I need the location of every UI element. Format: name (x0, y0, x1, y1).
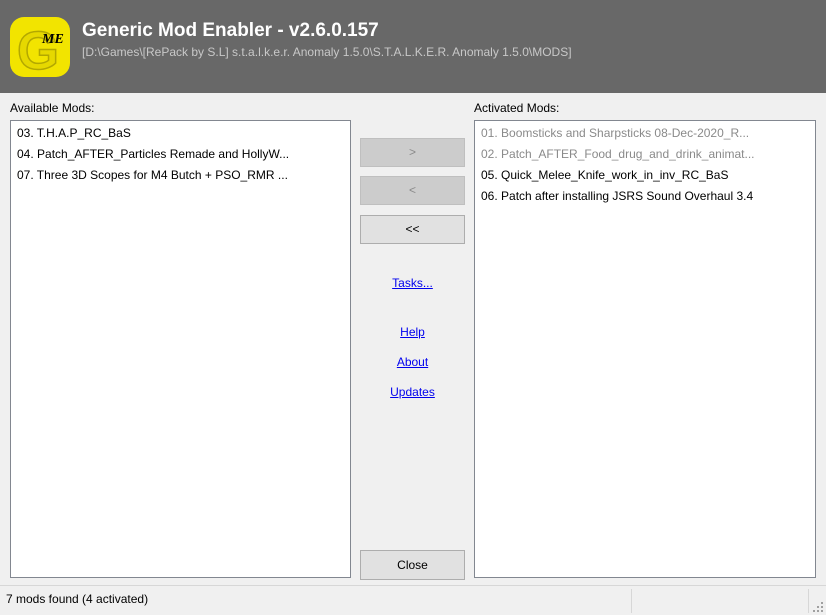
available-mods-list[interactable]: 03. T.H.A.P_RC_BaS 04. Patch_AFTER_Parti… (10, 120, 351, 578)
status-divider (808, 589, 809, 613)
title-header: G ME Generic Mod Enabler - v2.6.0.157 [D… (0, 0, 826, 93)
close-button[interactable]: Close (360, 550, 465, 580)
list-item[interactable]: 01. Boomsticks and Sharpsticks 08-Dec-20… (475, 123, 815, 144)
list-item[interactable]: 02. Patch_AFTER_Food_drug_and_drink_anim… (475, 144, 815, 165)
activated-mods-label: Activated Mods: (474, 101, 560, 115)
svg-text:ME: ME (41, 32, 64, 47)
deactivate-button[interactable]: < (360, 176, 465, 205)
mods-path: [D:\Games\[RePack by S.L] s.t.a.l.k.e.r.… (82, 45, 572, 59)
tasks-link[interactable]: Tasks... (360, 276, 465, 290)
updates-link[interactable]: Updates (360, 385, 465, 399)
status-bar: 7 mods found (4 activated) (0, 585, 826, 615)
status-divider (631, 589, 632, 613)
about-link[interactable]: About (360, 355, 465, 369)
svg-text:G: G (17, 21, 59, 77)
list-item[interactable]: 06. Patch after installing JSRS Sound Ov… (475, 186, 815, 207)
deactivate-all-button[interactable]: << (360, 215, 465, 244)
list-item[interactable]: 03. T.H.A.P_RC_BaS (11, 123, 350, 144)
help-link[interactable]: Help (360, 325, 465, 339)
activated-mods-list[interactable]: 01. Boomsticks and Sharpsticks 08-Dec-20… (474, 120, 816, 578)
gme-logo: G ME (10, 17, 70, 77)
list-item[interactable]: 07. Three 3D Scopes for M4 Butch + PSO_R… (11, 165, 350, 186)
activate-button[interactable]: > (360, 138, 465, 167)
status-text: 7 mods found (4 activated) (6, 592, 149, 606)
list-item[interactable]: 04. Patch_AFTER_Particles Remade and Hol… (11, 144, 350, 165)
list-item[interactable]: 05. Quick_Melee_Knife_work_in_inv_RC_BaS (475, 165, 815, 186)
app-title: Generic Mod Enabler - v2.6.0.157 (82, 20, 379, 41)
available-mods-label: Available Mods: (10, 101, 95, 115)
resize-grip-icon[interactable] (813, 602, 823, 612)
